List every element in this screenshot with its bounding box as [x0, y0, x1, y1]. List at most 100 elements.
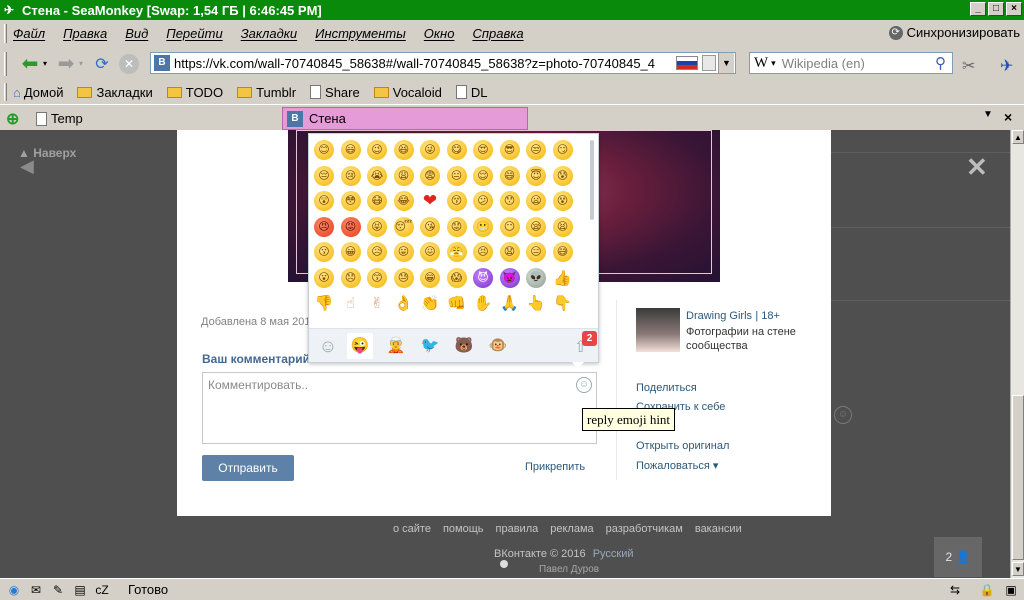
emoji-item[interactable]: 😈 — [473, 267, 493, 288]
emoji-item[interactable]: 😷 — [367, 191, 387, 211]
search-engine-dropdown[interactable]: ▾ — [771, 58, 776, 69]
emoji-item[interactable]: 😲 — [314, 191, 334, 211]
sticker-tab-3[interactable]: 🐦 — [417, 333, 443, 359]
url-text[interactable]: https://vk.com/wall-70740845_58638#/wall… — [174, 56, 672, 71]
scroll-up-arrow-icon[interactable]: ◀ — [20, 156, 34, 177]
share-link[interactable]: Поделиться — [636, 382, 729, 394]
emoji-item[interactable]: 😳 — [340, 191, 361, 211]
language-link[interactable]: Русский — [593, 548, 634, 560]
footer-link-jobs[interactable]: вакансии — [695, 523, 742, 535]
emoji-item[interactable]: 😡 — [340, 216, 361, 237]
scroll-up-icon[interactable]: ▲ — [1012, 130, 1024, 144]
scroll-down-icon[interactable]: ▼ — [1012, 562, 1024, 576]
emoji-item[interactable]: 😢 — [340, 165, 361, 186]
lock-icon[interactable]: 🔒 — [978, 582, 996, 598]
emoji-item[interactable]: 😴 — [393, 216, 414, 237]
emoji-item[interactable]: 😤 — [446, 242, 467, 262]
search-input[interactable]: Wikipedia (en) — [782, 56, 935, 71]
mail-icon[interactable]: ✉ — [28, 583, 44, 597]
bookmark-share[interactable]: Share — [310, 85, 360, 100]
bookmark-folder-bookmarks[interactable]: Закладки — [77, 85, 153, 100]
emoji-item[interactable]: ✌ — [367, 293, 387, 313]
sticker-tab-4[interactable]: 🐻 — [451, 333, 477, 359]
menu-view[interactable]: Вид — [125, 26, 148, 41]
chatzilla-icon[interactable]: cZ — [94, 583, 110, 597]
scissors-icon[interactable]: ✂ — [962, 56, 975, 76]
bookmark-folder-vocaloid[interactable]: Vocaloid — [373, 85, 442, 100]
emoji-item[interactable]: 😌 — [473, 165, 493, 186]
forward-history-dropdown[interactable]: ▾ — [77, 53, 85, 75]
notification-counter[interactable]: 2 👤 — [934, 537, 982, 577]
bookmark-dl[interactable]: DL — [455, 85, 488, 100]
emoji-item[interactable]: 😶 — [499, 216, 520, 237]
tab-temp[interactable]: Temp — [32, 107, 280, 130]
emoji-item[interactable]: 😇 — [526, 165, 546, 186]
menu-file[interactable]: Файл — [13, 26, 45, 41]
emoji-item[interactable]: 😍 — [473, 140, 493, 160]
back-history-dropdown[interactable]: ▾ — [41, 53, 49, 75]
emoji-item[interactable]: 😛 — [393, 242, 414, 262]
emoji-item[interactable]: 👍 — [553, 268, 573, 288]
emoji-item[interactable]: 😝 — [367, 216, 387, 237]
emoji-item[interactable]: 😖 — [420, 242, 440, 262]
menu-go[interactable]: Перейти — [166, 26, 222, 41]
emoji-item[interactable]: 😓 — [393, 267, 414, 288]
emoji-item[interactable]: 😂 — [393, 191, 414, 211]
emoji-item[interactable]: 😑 — [526, 242, 546, 262]
emoji-item[interactable]: 😫 — [552, 216, 573, 237]
menu-edit[interactable]: Правка — [63, 26, 107, 41]
emoji-item[interactable]: 😭 — [367, 165, 387, 186]
sync-button[interactable]: ⟳ Синхронизировать — [888, 25, 1020, 40]
emoji-item[interactable]: 😪 — [526, 216, 546, 237]
footer-link-about[interactable]: о сайте — [393, 523, 431, 535]
emoji-item[interactable]: 😒 — [526, 140, 546, 160]
footer-link-ads[interactable]: реклама — [550, 523, 593, 535]
footer-link-developers[interactable]: разработчикам — [606, 523, 683, 535]
back-button[interactable]: ⬅ — [19, 53, 41, 75]
offline-icon[interactable]: ▣ — [1002, 582, 1020, 598]
emoji-smile-icon[interactable]: ☺ — [576, 377, 592, 393]
emoji-item[interactable]: 😨 — [420, 165, 440, 186]
emoji-item[interactable]: 😱 — [446, 267, 467, 288]
close-window-button[interactable]: × — [1006, 2, 1022, 16]
menu-tools[interactable]: Инструменты — [315, 26, 406, 41]
emoji-item[interactable]: 😄 — [499, 165, 520, 186]
emoji-item[interactable]: 😥 — [367, 242, 387, 262]
emoji-item[interactable]: 😀 — [340, 242, 361, 262]
attach-link[interactable]: Прикрепить — [525, 461, 585, 473]
footer-link-help[interactable]: помощь — [443, 523, 484, 535]
emoji-item[interactable]: 👿 — [499, 267, 520, 288]
emoji-item[interactable]: 😉 — [367, 140, 387, 160]
search-bar[interactable]: W ▾ Wikipedia (en) ⚲ — [749, 52, 953, 74]
emoji-item[interactable]: 😊 — [314, 140, 334, 160]
emoji-item[interactable]: 😗 — [314, 242, 334, 262]
emoji-item[interactable]: 😜 — [420, 140, 440, 160]
emoji-item[interactable]: 😣 — [473, 242, 493, 262]
emoji-item[interactable]: 🙏 — [500, 293, 520, 313]
group-name-link[interactable]: Drawing Girls — [686, 310, 752, 322]
emoji-item[interactable]: 👌 — [394, 293, 414, 313]
globe-icon[interactable]: ◉ — [6, 583, 22, 597]
emoji-scrollbar[interactable] — [590, 140, 594, 220]
menu-window[interactable]: Окно — [424, 26, 455, 41]
bookmark-page-icon[interactable] — [702, 55, 716, 71]
emoji-item[interactable]: 😠 — [314, 216, 334, 237]
sticker-tab-2[interactable]: 🧝 — [383, 333, 409, 359]
tab-list-dropdown-icon[interactable]: ▼ — [983, 109, 993, 120]
url-history-dropdown[interactable]: ▼ — [718, 53, 734, 73]
group-avatar[interactable] — [636, 308, 680, 352]
emoji-item[interactable]: 😞 — [340, 267, 361, 288]
minimize-button[interactable]: _ — [970, 2, 986, 16]
emoji-tab-smiles[interactable]: ☺ — [315, 333, 341, 359]
emoji-item[interactable]: 😅 — [552, 242, 573, 262]
search-icon[interactable]: ⚲ — [935, 54, 946, 72]
seamonkey-logo-icon[interactable]: ✈ — [1000, 56, 1013, 76]
emoji-item[interactable]: 😵 — [552, 191, 573, 211]
close-tab-icon[interactable]: × — [1004, 109, 1012, 125]
forward-button[interactable]: ➡ — [55, 53, 77, 75]
reload-button[interactable]: ⟳ — [91, 53, 113, 75]
tab-wall[interactable]: B Стена — [282, 107, 528, 130]
open-original-link[interactable]: Открыть оригинал — [636, 440, 729, 452]
emoji-item[interactable]: 😏 — [552, 140, 573, 160]
menu-bookmarks[interactable]: Закладки — [241, 26, 297, 41]
